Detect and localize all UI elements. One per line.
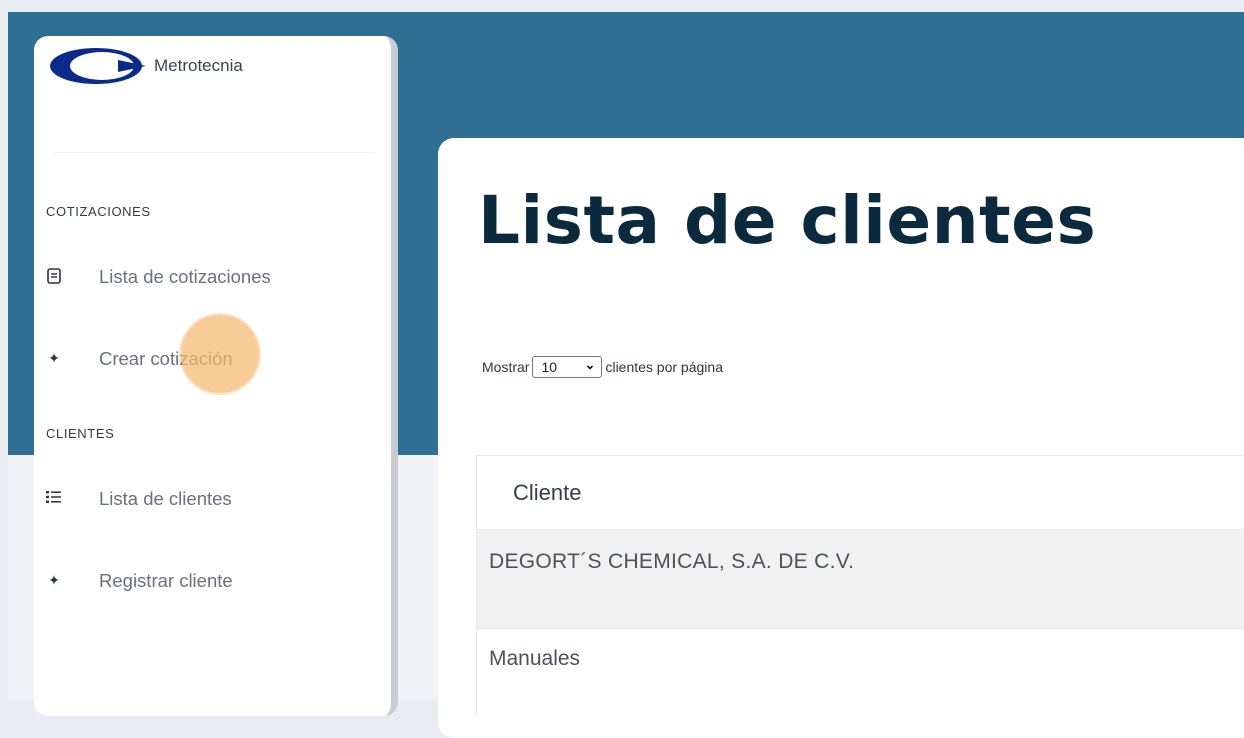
sidebar-item-label: Registrar cliente	[99, 570, 233, 591]
table-row[interactable]: DEGORT´S CHEMICAL, S.A. DE C.V.	[477, 530, 1244, 629]
sidebar-item-lista-clientes[interactable]: Lista de clientes	[46, 486, 336, 514]
table-row[interactable]: Manuales	[477, 629, 1244, 719]
sidebar-item-label: Lista de cotizaciones	[99, 266, 271, 287]
sidebar	[34, 36, 398, 716]
table-header-cliente[interactable]: Cliente	[477, 456, 1244, 530]
chevron-down-icon: ⌄	[584, 357, 596, 372]
section-title-clientes: CLIENTES	[46, 426, 115, 441]
table-cell-cliente: Manuales	[489, 647, 581, 670]
page-title: Lista de clientes	[478, 182, 1097, 259]
sidebar-item-label: Crear cotización	[99, 348, 233, 369]
page-top-band	[0, 0, 1244, 12]
section-title-cotizaciones: COTIZACIONES	[46, 204, 151, 219]
brand[interactable]: Metrotecnia	[48, 46, 288, 86]
clients-table: Cliente DEGORT´S CHEMICAL, S.A. DE C.V. …	[476, 455, 1244, 719]
metrotecnia-logo-icon	[50, 48, 146, 84]
page-left-strip	[0, 0, 8, 700]
list-document-icon	[46, 268, 62, 286]
plus-icon: ✦	[48, 351, 60, 367]
page-size-value: 10	[541, 359, 558, 375]
table-length-control: Mostrar 10 ⌄ clientes por página	[482, 356, 723, 378]
brand-name: Metrotecnia	[154, 56, 243, 75]
length-prefix-label: Mostrar	[482, 359, 530, 375]
sidebar-item-registrar-cliente[interactable]: ✦ Registrar cliente	[46, 568, 336, 596]
length-suffix-label: clientes por página	[605, 359, 723, 375]
table-cell-cliente: DEGORT´S CHEMICAL, S.A. DE C.V.	[489, 550, 855, 573]
bullet-list-icon	[46, 490, 62, 508]
sidebar-item-crear-cotizacion[interactable]: ✦ Crear cotización	[46, 346, 336, 374]
sidebar-item-lista-cotizaciones[interactable]: Lista de cotizaciones	[46, 264, 336, 292]
page-size-select[interactable]: 10 ⌄	[532, 356, 603, 378]
column-header-label: Cliente	[513, 480, 582, 505]
sidebar-item-label: Lista de clientes	[99, 488, 232, 509]
brand-divider	[54, 152, 374, 153]
plus-icon: ✦	[48, 573, 60, 589]
